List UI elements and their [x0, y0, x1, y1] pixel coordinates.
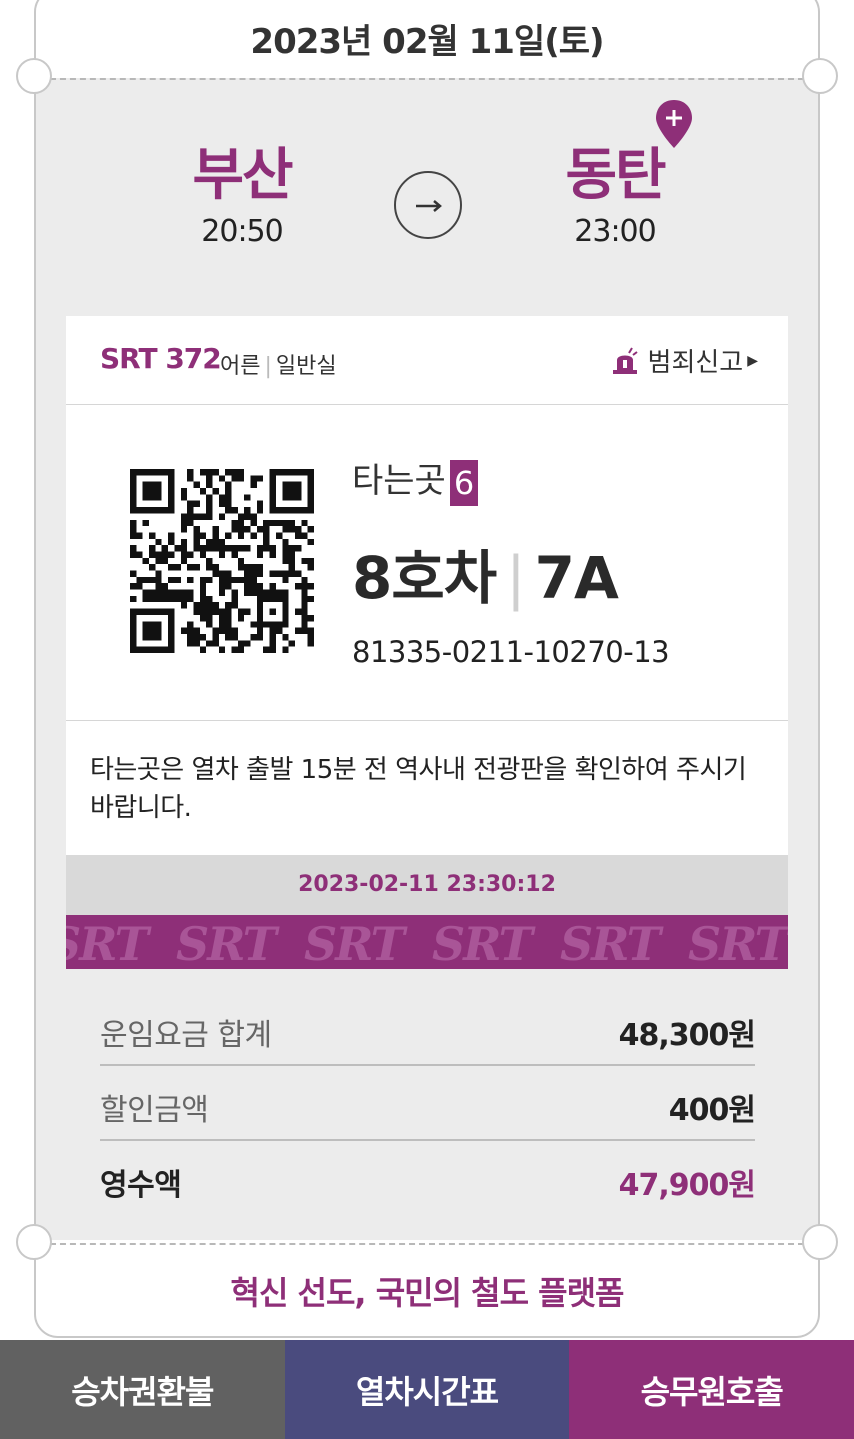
perforation-bottom [50, 1243, 804, 1245]
fare-label: 할인금액 [100, 1093, 209, 1128]
separator: | [264, 354, 272, 379]
fare-row-total: 운임요금 합계 48,300원 [100, 992, 756, 1066]
issue-timestamp: 2023-02-11 23:30:12 [66, 855, 788, 915]
fare-row-received: 영수액 47,900원 [100, 1142, 756, 1216]
fare-row-discount: 할인금액 400원 [100, 1067, 756, 1141]
departure-station: 부산 20:50 [142, 143, 342, 250]
ticket-notch-left-top [16, 58, 52, 94]
car-class: 일반실 [275, 354, 337, 379]
call-crew-button[interactable]: 승무원호출 [569, 1340, 854, 1439]
arrow-right-icon [394, 171, 462, 239]
srt-pattern-text: SRT [304, 917, 405, 969]
srt-pattern-text: SRT [176, 917, 277, 969]
passenger-type: 어른 [220, 354, 261, 379]
ticket-number: 81335-0211-10270-13 [352, 635, 670, 669]
platform-number: 6 [449, 459, 479, 506]
platform-notice-row: 타는곳은 열차 출발 15분 전 역사내 전광판을 확인하여 주시기 바랍니다. [66, 721, 788, 855]
train-timetable-button[interactable]: 열차시간표 [284, 1340, 570, 1439]
ticket-notch-right-bottom [802, 1224, 838, 1260]
perforation-top [50, 78, 804, 80]
fare-value: 47,900원 [618, 1168, 756, 1203]
car-number: 8호차 [352, 544, 497, 612]
seat-info-row: 타는곳 6 8호차 | 7A 81335-0211-10270-13 [66, 405, 788, 721]
departure-station-name: 부산 [192, 143, 293, 208]
caret-right-icon: ▶ [747, 352, 758, 369]
refund-ticket-button[interactable]: 승차권환불 [0, 1340, 285, 1439]
train-class: 어른 | 일반실 [220, 348, 337, 380]
siren-icon [612, 346, 638, 374]
srt-brand-pattern: SRT SRT SRT SRT SRT SRT [66, 915, 788, 969]
ticket-notch-right-top [802, 58, 838, 94]
arrival-station: 동탄 23:00 [515, 143, 715, 250]
fare-label: 영수액 [100, 1168, 182, 1203]
crime-report-label: 범죄신고 [647, 348, 744, 378]
platform-notice: 타는곳은 열차 출발 15분 전 역사내 전광판을 확인하여 주시기 바랍니다. [90, 755, 747, 823]
arrival-station-name: 동탄 [565, 143, 666, 208]
fare-label: 운임요금 합계 [100, 1018, 272, 1053]
bottom-nav: 승차권환불 열차시간표 승무원호출 [0, 1340, 854, 1439]
srt-pattern-text: SRT [560, 917, 661, 969]
separator: | [506, 544, 526, 612]
train-info-row: SRT 372 어른 | 일반실 범죄신고 ▶ [66, 316, 788, 405]
srt-pattern-text: SRT [688, 917, 788, 969]
crime-report-link[interactable]: 범죄신고 ▶ [610, 342, 758, 379]
platform: 타는곳 6 [352, 453, 479, 506]
train-name: SRT 372 [100, 342, 222, 375]
departure-time: 20:50 [201, 214, 283, 249]
srt-pattern-text: SRT [432, 917, 533, 969]
travel-date: 2023년 02월 11일(토) [250, 22, 604, 62]
fare-value: 400원 [668, 1093, 756, 1128]
map-pin-plus-icon[interactable] [654, 98, 694, 150]
fare-value: 48,300원 [618, 1018, 756, 1053]
seat-number: 7A [534, 544, 619, 612]
ticket-qr-code [130, 469, 314, 653]
slogan: 혁신 선도, 국민의 철도 플랫폼 [230, 1274, 625, 1312]
platform-label: 타는곳 [352, 461, 446, 501]
arrival-time: 23:00 [574, 214, 656, 249]
car-seat: 8호차 | 7A [352, 531, 619, 615]
ticket-notch-left-bottom [16, 1224, 52, 1260]
srt-pattern-text: SRT [66, 917, 149, 969]
